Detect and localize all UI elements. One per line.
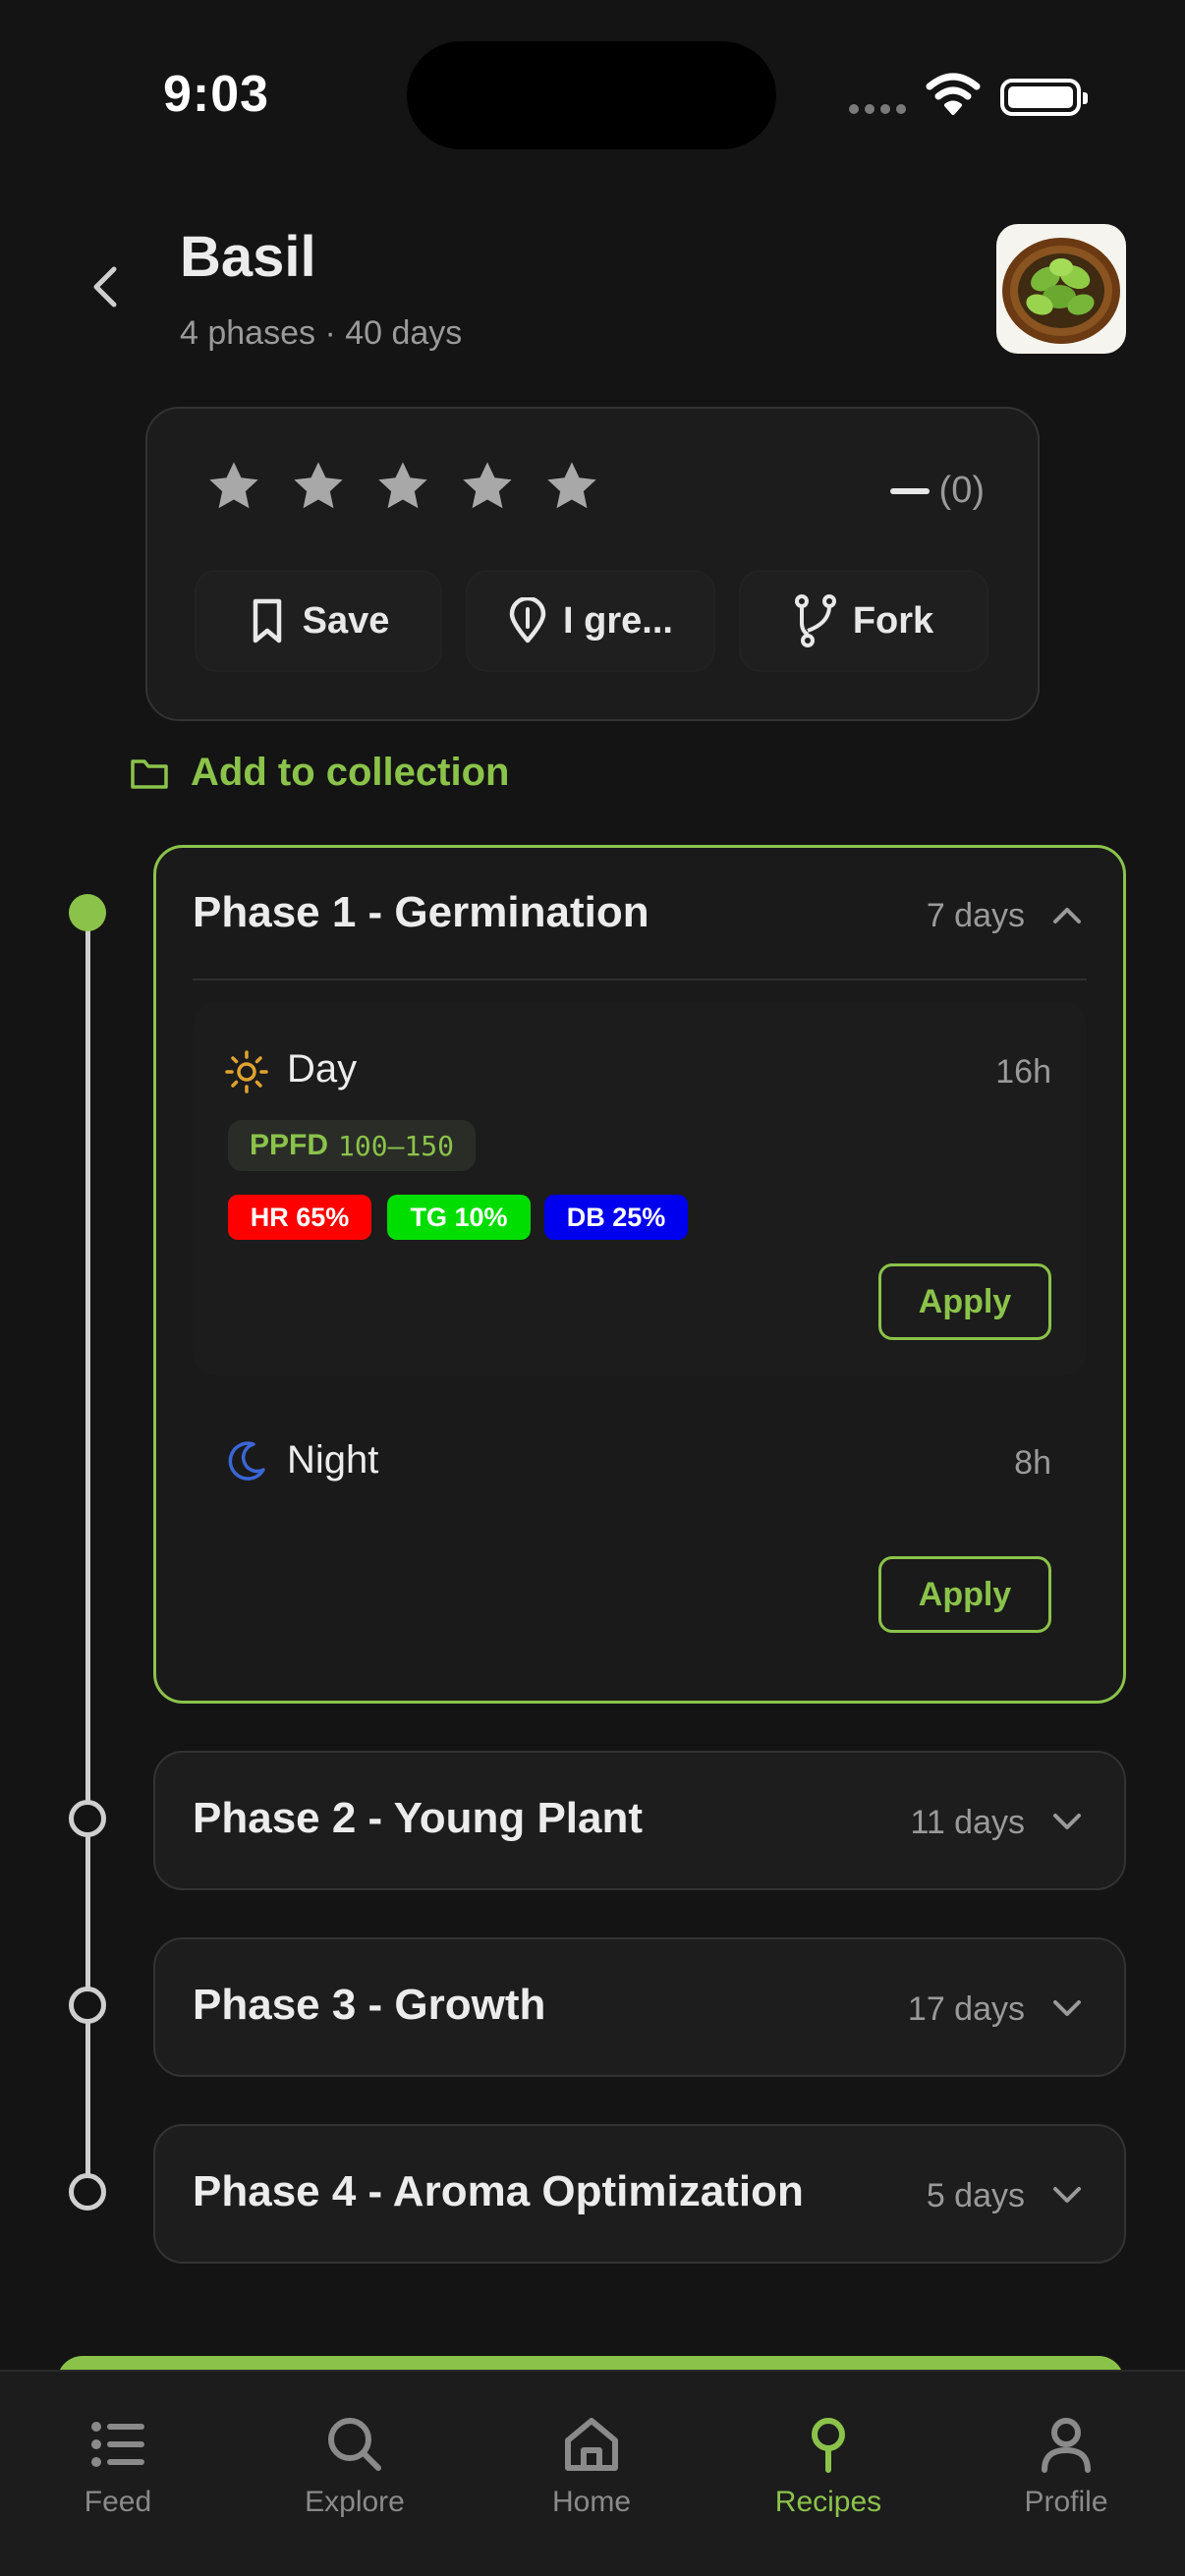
chevron-down-icon[interactable]: [1051, 1812, 1083, 1831]
star-icon[interactable]: [373, 458, 432, 515]
timeline-dot: [69, 2173, 106, 2211]
tab-profile-label: Profile: [1024, 2486, 1108, 2518]
save-button[interactable]: Save: [195, 570, 442, 672]
tab-home-label: Home: [551, 2486, 632, 2518]
apply-night-button[interactable]: Apply: [878, 1556, 1051, 1633]
phase-1-days: 7 days: [926, 897, 1025, 934]
moon-icon: [228, 1441, 265, 1481]
star-icon[interactable]: [289, 458, 348, 515]
phase-3-days: 17 days: [907, 1990, 1025, 2028]
tab-home[interactable]: Home: [493, 2413, 690, 2519]
phase-4-days: 5 days: [926, 2177, 1025, 2214]
ppfd-badge: PPFD 100–150: [228, 1120, 477, 1171]
timeline-dot: [69, 1800, 106, 1837]
i-grew-label: I gre...: [563, 599, 673, 642]
day-label: Day: [287, 1047, 358, 1091]
star-icon[interactable]: [204, 458, 263, 515]
save-label: Save: [302, 599, 390, 642]
apply-day-button[interactable]: Apply: [878, 1263, 1051, 1340]
tab-explore-label: Explore: [305, 2486, 405, 2518]
folder-icon: [131, 758, 168, 789]
dynamic-island: [407, 41, 776, 149]
person-icon: [1042, 2418, 1091, 2473]
bookmark-icon: [253, 598, 281, 644]
phase-2-days: 11 days: [910, 1804, 1025, 1841]
fork-icon: [794, 594, 836, 647]
rating-summary: (0): [889, 470, 985, 512]
hr-chip: HR 65%: [228, 1195, 371, 1240]
phase-divider: [193, 979, 1087, 980]
pin-icon: [812, 2418, 845, 2473]
tab-explore[interactable]: Explore: [256, 2413, 453, 2519]
page-subtitle: 4 phases · 40 days: [180, 314, 463, 352]
add-to-collection-label: Add to collection: [191, 751, 510, 794]
rating-dash: [889, 487, 930, 494]
ppfd-label: PPFD: [250, 1129, 329, 1161]
timeline-dot-active: [69, 894, 106, 931]
day-hours: 16h: [995, 1053, 1051, 1091]
rating-count: (0): [938, 470, 985, 511]
add-to-collection-link[interactable]: Add to collection: [130, 751, 509, 795]
db-chip: DB 25%: [544, 1195, 688, 1240]
star-icon[interactable]: [542, 458, 601, 515]
wifi-icon: [926, 73, 981, 115]
sun-icon: [225, 1050, 268, 1093]
status-time: 9:03: [163, 66, 270, 123]
fork-button[interactable]: Fork: [739, 570, 988, 672]
night-label: Night: [287, 1438, 379, 1482]
tab-feed[interactable]: Feed: [20, 2413, 216, 2519]
page-title: Basil: [180, 225, 316, 289]
recipe-thumbnail: [996, 224, 1126, 354]
tab-recipes-label: Recipes: [774, 2486, 882, 2518]
ppfd-value: 100–150: [338, 1129, 455, 1162]
phase-2-title[interactable]: Phase 2 - Young Plant: [193, 1794, 643, 1843]
phase-1-title[interactable]: Phase 1 - Germination: [193, 888, 649, 937]
night-hours: 8h: [1014, 1444, 1051, 1482]
chevron-up-icon[interactable]: [1051, 906, 1083, 925]
home-icon: [565, 2418, 618, 2471]
back-chevron-icon[interactable]: [86, 263, 126, 310]
basil-bowl-image: [1002, 238, 1120, 344]
tab-feed-label: Feed: [84, 2486, 152, 2518]
phase-3-title[interactable]: Phase 3 - Growth: [193, 1981, 545, 2030]
battery-icon: [1000, 79, 1088, 116]
tab-recipes[interactable]: Recipes: [730, 2413, 927, 2519]
list-icon: [91, 2422, 144, 2467]
chevron-down-icon[interactable]: [1051, 1998, 1083, 2018]
i-grew-button[interactable]: I gre...: [466, 570, 715, 672]
fork-label: Fork: [852, 599, 934, 642]
star-rating[interactable]: [204, 458, 601, 515]
rating-card: [145, 407, 1040, 721]
tab-profile[interactable]: Profile: [968, 2413, 1164, 2519]
timeline-dot: [69, 1987, 106, 2024]
star-icon[interactable]: [458, 458, 517, 515]
pin-icon: [509, 597, 546, 644]
tg-chip: TG 10%: [387, 1195, 531, 1240]
phase-4-title[interactable]: Phase 4 - Aroma Optimization: [193, 2167, 804, 2216]
signal-icon: [849, 104, 908, 118]
search-icon: [328, 2418, 381, 2471]
chevron-down-icon[interactable]: [1051, 2185, 1083, 2205]
